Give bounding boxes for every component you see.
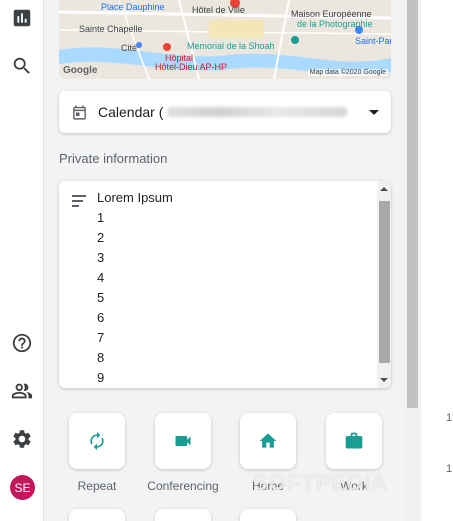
map-label: Maison Européenne xyxy=(291,9,372,19)
text-line: Lorem Ipsum xyxy=(97,190,173,205)
home-button[interactable] xyxy=(240,413,296,469)
help-icon[interactable] xyxy=(7,328,37,358)
map-label: Sainte Chapelle xyxy=(79,24,143,34)
more-tile[interactable] xyxy=(54,509,140,521)
map-label: Saint-Paul xyxy=(355,36,391,46)
settings-icon[interactable] xyxy=(7,424,37,454)
conferencing-button[interactable] xyxy=(155,413,211,469)
right-edge-content xyxy=(421,0,453,521)
chevron-down-icon xyxy=(369,109,379,115)
work-button[interactable] xyxy=(326,413,382,469)
text-line: 8 xyxy=(97,350,105,365)
more-tile-button[interactable] xyxy=(155,509,211,521)
map-label: de la Photographie xyxy=(297,19,373,29)
calendar-label: Calendar ( xyxy=(98,104,164,120)
video-icon xyxy=(175,436,191,446)
avatar-initials: SE xyxy=(14,480,31,495)
text-line: 6 xyxy=(97,310,105,325)
softpedia-watermark: SOFTPEDIA xyxy=(253,470,388,495)
more-tile-button[interactable] xyxy=(240,509,296,521)
repeat-icon xyxy=(90,431,104,451)
text-line: 1 xyxy=(97,210,105,225)
nav-rail: SE xyxy=(0,0,44,521)
private-information-field[interactable]: Lorem Ipsum 1 2 3 4 5 6 7 8 9 xyxy=(59,181,391,388)
edge-number: 1 xyxy=(446,463,453,475)
private-information-scrollbar[interactable] xyxy=(377,181,391,388)
scrollbar-thumb[interactable] xyxy=(407,0,418,408)
scroll-down-icon[interactable] xyxy=(380,378,388,382)
map-label: Memorial de la Shoah xyxy=(187,41,275,51)
edge-number: 1 xyxy=(446,412,453,424)
text-line: 9 xyxy=(97,370,105,385)
home-icon xyxy=(259,433,277,448)
google-logo: Google xyxy=(63,65,98,76)
private-information-text[interactable]: Lorem Ipsum 1 2 3 4 5 6 7 8 9 xyxy=(97,188,173,388)
text-line: 2 xyxy=(97,230,105,245)
more-tile[interactable] xyxy=(225,509,311,521)
calendar-name-redacted xyxy=(167,107,348,117)
location-map[interactable]: Place Dauphine Hôtel de Ville Maison Eur… xyxy=(59,0,391,79)
map-label: Place Dauphine xyxy=(101,2,165,12)
more-tile[interactable] xyxy=(140,509,226,521)
private-information-heading: Private information xyxy=(59,151,168,166)
conferencing-label: Conferencing xyxy=(147,479,219,493)
map-label: Cité xyxy=(121,43,138,53)
calendar-icon xyxy=(73,104,86,120)
repeat-label: Repeat xyxy=(77,479,117,493)
text-line: 5 xyxy=(97,290,105,305)
briefcase-icon xyxy=(345,432,363,449)
panel-scrollbar[interactable] xyxy=(404,0,421,521)
search-icon[interactable] xyxy=(7,51,37,81)
text-line: 4 xyxy=(97,270,105,285)
scrollbar-thumb[interactable] xyxy=(379,201,390,363)
repeat-button[interactable] xyxy=(69,413,125,469)
calendar-select[interactable]: Calendar ( xyxy=(59,91,391,133)
map-copyright: Map data ©2020 Google xyxy=(307,69,388,76)
reports-icon[interactable] xyxy=(7,3,37,33)
scroll-up-icon[interactable] xyxy=(380,187,388,191)
text-line: 3 xyxy=(97,250,105,265)
avatar[interactable]: SE xyxy=(10,475,35,500)
people-icon[interactable] xyxy=(7,376,37,406)
more-tile-button[interactable] xyxy=(69,509,125,521)
repeat-tile[interactable]: Repeat xyxy=(54,413,140,493)
map-label: Hôtel-Dieu AP-HP xyxy=(155,62,228,72)
conferencing-tile[interactable]: Conferencing xyxy=(140,413,226,493)
notes-icon xyxy=(72,195,86,210)
event-details-panel: Place Dauphine Hôtel de Ville Maison Eur… xyxy=(47,0,403,521)
text-line: 7 xyxy=(97,330,105,345)
map-label: Hôtel de Ville xyxy=(192,5,245,15)
